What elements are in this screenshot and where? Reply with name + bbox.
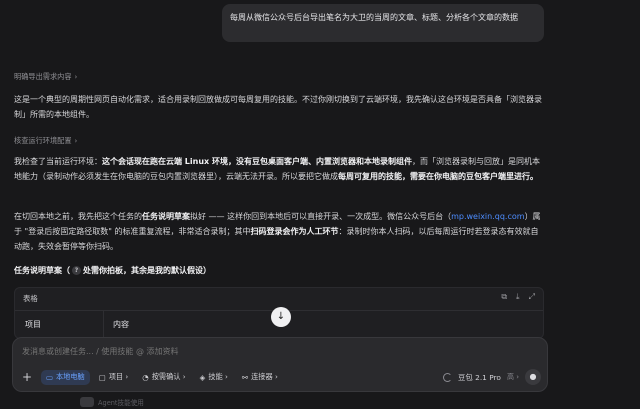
download-icon[interactable]: ⤓ <box>516 292 520 302</box>
weixin-link[interactable]: mp.weixin.qq.com <box>451 212 524 221</box>
footer-text: Agent技能使用 <box>98 399 144 407</box>
text-segment: 在切回本地之前，我先把这个任务的 <box>14 212 142 221</box>
question-icon: ? <box>72 266 81 275</box>
composer-chip-label: 连接器 › <box>251 372 278 381</box>
section-env[interactable]: 核查运行环境配置 › <box>14 136 77 146</box>
composer-chip-4[interactable]: ⚯ 连接器 › <box>237 370 283 385</box>
layers-icon: ◈ <box>199 372 206 382</box>
table-label: 表格 <box>23 294 38 303</box>
paragraph-intro: 这是一个典型的周期性网页自动化需求，适合用录制回放做成可每周复用的技能。不过你刚… <box>14 95 542 119</box>
composer-chip-label: 按需确认 › <box>151 372 186 381</box>
composer-right-tools: 豆包 2.1 Pro 高 › ● <box>443 368 541 386</box>
paragraph-plan: 在切回本地之前，我先把这个任务的任务说明草案拟好 —— 这样你回到本地后可以直接… <box>14 209 544 254</box>
task-title-b: 处需你拍板，其余是我的默认假设） <box>83 266 211 275</box>
composer: + ▭本地电脑▢项目 ›◔按需确认 ›◈技能 ›⚯连接器 › 豆包 2.1 Pr… <box>12 337 548 392</box>
composer-chip-0[interactable]: ▭ 本地电脑 <box>41 369 90 385</box>
section-clarify-label: 明确导出需求内容 <box>14 72 72 81</box>
folder-icon: ▢ <box>98 372 106 382</box>
copy-icon[interactable]: ⧉ <box>501 292 507 302</box>
shield-icon: ◔ <box>142 372 149 382</box>
laptop-icon: ▭ <box>46 372 53 382</box>
column-divider <box>103 311 104 337</box>
model-level[interactable]: 高 › <box>507 372 519 382</box>
microphone-icon[interactable]: ● <box>525 369 541 385</box>
column-header-content: 内容 <box>113 320 129 329</box>
scroll-down-button[interactable]: ↓ <box>271 307 291 327</box>
composer-chip-label: 本地电脑 <box>55 372 85 381</box>
composer-chips: ▭ 本地电脑 ▢ 项目 › ◔ 按需确认 › ◈ 技能 › ⚯ 连接器 › <box>41 369 287 385</box>
user-message-bubble: 每周从微信公众号后台导出笔名为大卫的当周的文章、标题、分析各个文章的数据 <box>222 4 544 42</box>
bold-segment: 任务说明草案 <box>142 212 190 221</box>
footer-hint: Agent技能使用 <box>80 397 144 407</box>
section-env-label: 核查运行环境配置 <box>14 136 72 145</box>
composer-chip-3[interactable]: ◈ 技能 › <box>195 370 233 385</box>
text-segment: 拟好 —— 这样你回到本地后可以直接开录、一次成型。微信公众号后台（ <box>190 212 452 221</box>
add-icon[interactable]: + <box>19 370 35 384</box>
table-tools: ⧉ ⤓ ⤢ <box>501 292 535 302</box>
bold-segment: 这个会话现在跑在云端 Linux 环境，没有豆包桌面客户端、内置浏览器和本地录制… <box>102 157 412 166</box>
avatar <box>80 397 94 407</box>
expand-icon[interactable]: ⤢ <box>529 292 535 302</box>
composer-toolbar: + ▭ 本地电脑 ▢ 项目 › ◔ 按需确认 › ◈ 技能 › ⚯ 连接器 › 豆包 2.1 Pr… <box>19 368 541 386</box>
composer-chip-label: 技能 › <box>208 372 228 381</box>
task-title: 任务说明草案（ ? 处需你拍板，其余是我的默认假设） <box>14 265 211 276</box>
bold-segment: 扫码登录会作为人工环节 <box>250 227 339 236</box>
chevron-right-icon: › <box>74 137 78 145</box>
composer-chip-1[interactable]: ▢ 项目 › <box>94 370 134 385</box>
composer-chip-label: 项目 › <box>108 372 129 381</box>
section-clarify[interactable]: 明确导出需求内容 › <box>14 72 77 82</box>
message-input[interactable] <box>22 347 422 356</box>
chevron-right-icon: › <box>74 73 78 81</box>
composer-chip-2[interactable]: ◔ 按需确认 › <box>137 370 190 385</box>
text-segment: 我检查了当前运行环境： <box>14 157 102 166</box>
model-selector[interactable]: 豆包 2.1 Pro <box>458 372 501 383</box>
column-header-item: 项目 <box>25 320 41 329</box>
bold-segment: 每周可复用的技能，需要在你电脑的豆包客户端里进行。 <box>338 172 538 181</box>
loading-spinner-icon <box>443 372 452 382</box>
task-title-a: 任务说明草案（ <box>14 266 70 275</box>
arrow-down-icon: ↓ <box>276 311 286 322</box>
paragraph-env-check: 我检查了当前运行环境：这个会话现在跑在云端 Linux 环境，没有豆包桌面客户端… <box>14 154 544 184</box>
plug-icon: ⚯ <box>241 372 249 382</box>
